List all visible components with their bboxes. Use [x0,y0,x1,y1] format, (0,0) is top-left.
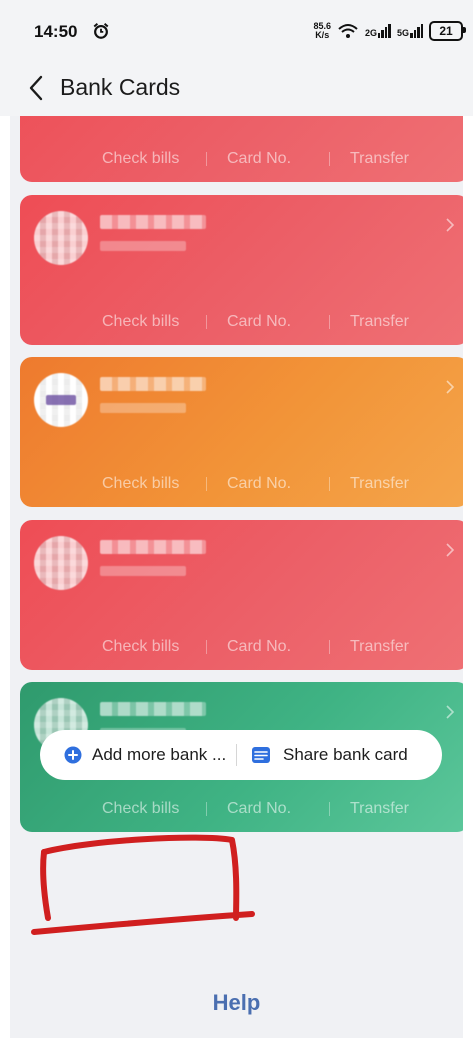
card-actions: Check bills Card No. Transfer [90,475,462,493]
blurred-bank-name [100,215,206,229]
chevron-right-icon[interactable] [445,704,455,720]
card-no-button[interactable]: Card No. [215,313,339,331]
network-speed: 85.6 K/s [313,22,331,40]
sim2-signal-icon: 5G [397,24,423,38]
blurred-card-type [100,241,186,251]
bank-card-actions-bar: Add more bank ... Share bank card [40,730,442,780]
chevron-right-icon[interactable] [445,217,455,233]
check-bills-button[interactable]: Check bills [90,475,216,493]
card-no-button[interactable]: Card No. [215,638,339,656]
check-bills-button[interactable]: Check bills [90,800,216,818]
alarm-clock-icon [93,23,109,39]
share-bank-card-button[interactable]: Share bank card [251,730,408,780]
card-actions: Check bills Card No. Transfer [90,150,462,168]
page-title: Bank Cards [60,74,181,100]
chevron-right-icon[interactable] [445,542,455,558]
transfer-button[interactable]: Transfer [338,313,462,331]
bank-card[interactable]: Check bills Card No. Transfer [20,357,463,507]
sim1-signal-icon: 2G [365,24,391,38]
status-bar: 14:50 85.6 K/s 2G 5G 21 [0,0,473,64]
bank-card-stack-icon [252,747,270,763]
chevron-right-icon[interactable] [445,379,455,395]
status-indicators: 85.6 K/s 2G 5G 21 [313,18,466,44]
sim1-network-label: 2G [364,28,377,38]
add-more-bank-button[interactable]: Add more bank ... [40,730,230,780]
card-no-button[interactable]: Card No. [215,800,339,818]
battery-icon: 21 [429,21,466,41]
bank-logo-icon [34,373,88,427]
card-no-button[interactable]: Card No. [215,150,339,168]
card-actions: Check bills Card No. Transfer [90,313,462,331]
card-list[interactable]: Check bills Card No. Transfer Check bill… [10,116,463,1038]
battery-level: 21 [439,24,453,38]
card-no-button[interactable]: Card No. [215,475,339,493]
transfer-button[interactable]: Transfer [338,475,462,493]
blurred-bank-name [100,540,206,554]
button-divider [236,744,237,766]
back-arrow-icon[interactable] [26,74,46,102]
help-link[interactable]: Help [10,990,463,1016]
check-bills-button[interactable]: Check bills [90,313,216,331]
transfer-button[interactable]: Transfer [338,150,462,168]
check-bills-button[interactable]: Check bills [90,150,216,168]
bank-card[interactable]: Check bills Card No. Transfer [20,195,463,345]
share-bank-card-label: Share bank card [283,745,408,764]
wifi-icon [338,24,358,38]
blurred-card-type [100,566,186,576]
blurred-bank-name [100,702,206,716]
bank-card[interactable]: Check bills Card No. Transfer [20,116,463,182]
plus-circle-icon [64,746,82,764]
header: Bank Cards [0,64,473,116]
bank-logo-icon [34,211,88,265]
bank-card[interactable]: Check bills Card No. Transfer [20,520,463,670]
card-actions: Check bills Card No. Transfer [90,800,462,818]
transfer-button[interactable]: Transfer [338,638,462,656]
sim2-network-label: 5G [396,28,409,38]
blurred-card-type [100,403,186,413]
bank-logo-icon [34,536,88,590]
status-time: 14:50 [34,22,78,41]
speed-unit: K/s [315,30,330,40]
blurred-bank-name [100,377,206,391]
transfer-button[interactable]: Transfer [338,800,462,818]
card-actions: Check bills Card No. Transfer [90,638,462,656]
check-bills-button[interactable]: Check bills [90,638,216,656]
add-more-bank-label: Add more bank ... [92,745,227,764]
